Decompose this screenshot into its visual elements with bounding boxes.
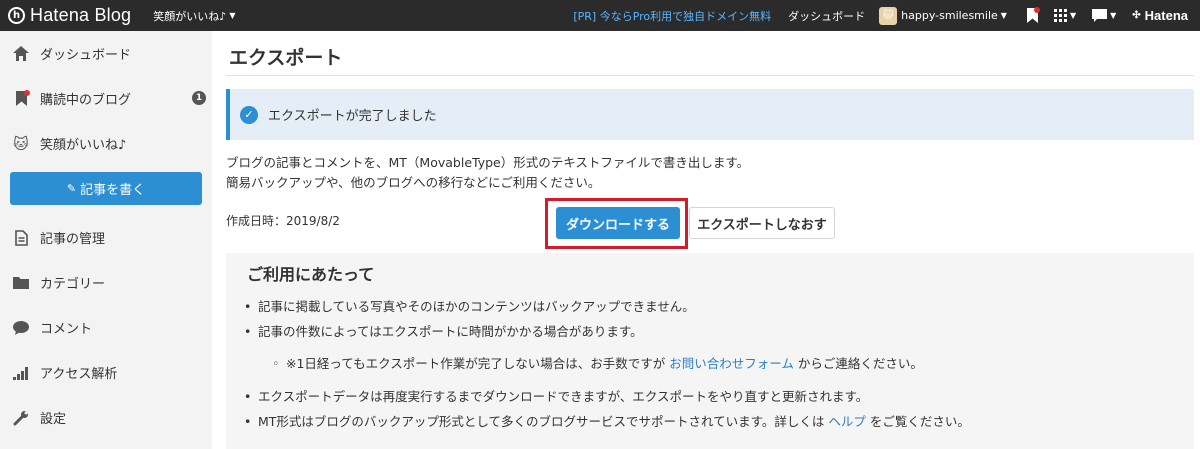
list-item-sub: ※1日経ってもエクスポート作業が完了しない場合は、お手数ですが お問い合わせフォ… (240, 348, 970, 383)
help-link[interactable]: ヘルプ (828, 414, 866, 429)
messages-button[interactable]: ▼ (1092, 9, 1116, 22)
hatena-logo-icon: h (8, 7, 25, 24)
hatena-mark-icon: ✣ (1132, 10, 1141, 21)
usage-notes-list: 記事に掲載している写真やそのほかのコンテンツはバックアップできません。 記事の件… (240, 298, 970, 438)
sidebar-item-blog[interactable]: 🐱 笑顔がいいね♪ (0, 121, 212, 166)
sidebar-item-label: コメント (40, 322, 93, 337)
sidebar-item-label: カテゴリー (40, 277, 106, 292)
sidebar-item-settings[interactable]: 設定 (0, 395, 212, 440)
hatena-blog-logo[interactable]: h Hatena Blog (8, 5, 131, 26)
sidebar-item-label: アクセス解析 (40, 367, 118, 382)
download-button[interactable]: ダウンロードする (556, 207, 680, 239)
sidebar-item-label: 購読中のブログ (40, 93, 132, 108)
speech-bubble-icon (1092, 9, 1108, 22)
sub-text: からご連絡ください。 (793, 356, 923, 371)
list-item: エクスポートデータは再度実行するまでダウンロードできますが、エクスポートをやり直… (240, 388, 970, 413)
notifications-button[interactable] (1026, 7, 1040, 23)
item-text: MT形式はブログのバックアップ形式として多くのブログサービスでサポートされていま… (258, 414, 829, 429)
sidebar-item-comments[interactable]: コメント (0, 305, 212, 350)
grid-icon (1053, 9, 1067, 22)
list-item: 記事の件数によってはエクスポートに時間がかかる場合があります。 (240, 323, 970, 348)
divider (226, 75, 1194, 76)
caret-down-icon: ▼ (229, 11, 236, 20)
pro-promo-link[interactable]: [PR] 今ならPro利用で独自ドメイン無料 (573, 8, 771, 24)
wrench-icon (12, 409, 30, 427)
username: happy-smilesmile (901, 9, 998, 22)
check-circle-icon: ✓ (240, 105, 258, 124)
bar-chart-icon (12, 364, 30, 382)
sidebar: ダッシュボード 購読中のブログ 1 🐱 笑顔がいいね♪ ✎ 記事を書く 記事の管… (0, 31, 212, 449)
comment-icon (12, 319, 30, 337)
folder-icon (12, 274, 30, 292)
bookmark-icon (12, 89, 30, 108)
description-line: 簡易バックアップや、他のブログへの移行などにご利用ください。 (226, 175, 601, 190)
hatena-brand-label: Hatena (1144, 8, 1188, 23)
contact-form-link[interactable]: お問い合わせフォーム (669, 356, 794, 371)
reexport-button[interactable]: エクスポートしなおす (689, 207, 835, 239)
user-menu[interactable]: 🐱 happy-smilesmile ▼ (879, 6, 1007, 25)
sidebar-item-label: 設定 (40, 412, 67, 427)
export-description: ブログの記事とコメントを、MT（MovableType）形式のテキストファイルで… (226, 153, 749, 193)
success-notice: ✓ エクスポートが完了しました (226, 89, 1194, 140)
caret-down-icon: ▼ (1110, 11, 1117, 20)
main-content: エクスポート ✓ エクスポートが完了しました ブログの記事とコメントを、MT（M… (212, 31, 1200, 449)
notification-dot (1033, 7, 1040, 13)
write-article-label: 記事を書く (80, 183, 146, 198)
caret-down-icon: ▼ (1069, 11, 1077, 20)
sidebar-item-manage-articles[interactable]: 記事の管理 (0, 215, 212, 260)
unread-count-badge: 1 (192, 91, 206, 105)
sidebar-item-label: 記事の管理 (40, 232, 106, 247)
home-icon (12, 45, 30, 63)
list-item: 記事に掲載している写真やそのほかのコンテンツはバックアップできません。 (240, 298, 970, 323)
top-right-controls: [PR] 今ならPro利用で独自ドメイン無料 ダッシュボード 🐱 happy-s… (573, 0, 1200, 31)
usage-notes-panel: ご利用にあたって 記事に掲載している写真やそのほかのコンテンツはバックアップでき… (226, 253, 1194, 449)
caret-down-icon: ▼ (1000, 11, 1007, 20)
sidebar-item-subscriptions[interactable]: 購読中のブログ 1 (0, 76, 212, 121)
sidebar-item-label: ダッシュボード (40, 48, 132, 63)
sidebar-item-label: 笑顔がいいね♪ (40, 138, 127, 153)
blog-switcher[interactable]: 笑顔がいいね♪ ▼ (153, 8, 235, 24)
description-line: ブログの記事とコメントを、MT（MovableType）形式のテキストファイルで… (226, 155, 750, 170)
sidebar-item-categories[interactable]: カテゴリー (0, 260, 212, 305)
page-title: エクスポート (229, 47, 343, 69)
created-datetime: 作成日時：2019/8/2 (226, 214, 340, 228)
sidebar-item-analytics[interactable]: アクセス解析 (0, 350, 212, 395)
usage-notes-title: ご利用にあたって (247, 265, 375, 284)
sidebar-item-dashboard[interactable]: ダッシュボード (0, 31, 212, 76)
logo-text: Hatena Blog (30, 5, 132, 25)
user-avatar: 🐱 (879, 6, 898, 25)
item-text: をご覧ください。 (865, 414, 970, 429)
hatena-brand-link[interactable]: ✣ Hatena (1132, 8, 1188, 23)
apps-menu-button[interactable]: ▼ (1053, 9, 1077, 22)
notice-text: エクスポートが完了しました (268, 109, 437, 124)
blog-switcher-label: 笑顔がいいね♪ (153, 9, 227, 23)
pencil-icon: ✎ (66, 182, 77, 195)
list-item: MT形式はブログのバックアップ形式として多くのブログサービスでサポートされていま… (240, 413, 970, 438)
top-navigation-bar: h Hatena Blog 笑顔がいいね♪ ▼ [PR] 今ならPro利用で独自… (0, 0, 1200, 31)
blog-avatar: 🐱 (13, 134, 29, 153)
document-icon (12, 229, 30, 247)
write-article-button[interactable]: ✎ 記事を書く (10, 172, 202, 205)
dashboard-link[interactable]: ダッシュボード (788, 8, 865, 24)
sub-text: ※1日経ってもエクスポート作業が完了しない場合は、お手数ですが (286, 356, 670, 371)
